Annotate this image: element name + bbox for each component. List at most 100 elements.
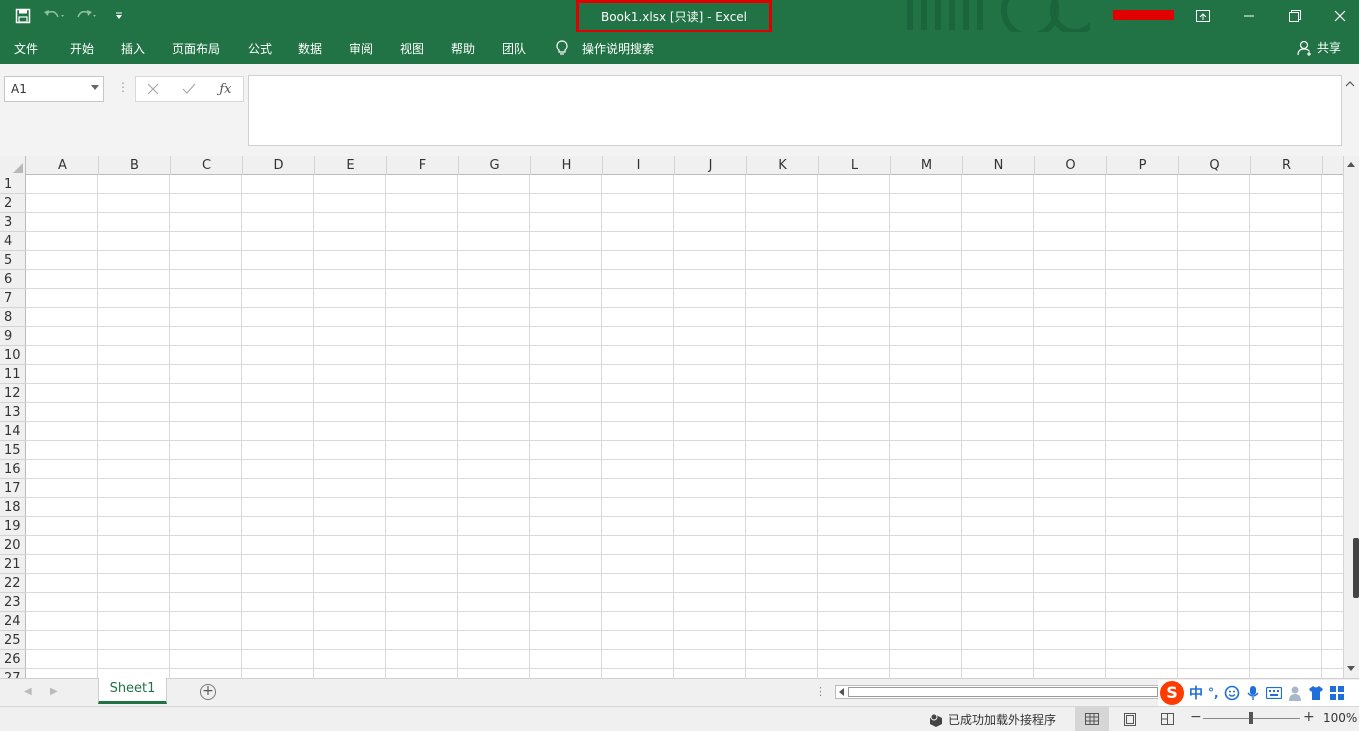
zoom-slider-thumb[interactable]	[1249, 712, 1253, 724]
formula-expand-scroll[interactable]	[1343, 75, 1357, 146]
column-header-o[interactable]: O	[1035, 156, 1107, 175]
minimize-button[interactable]	[1229, 3, 1269, 29]
row-header-2[interactable]: 2	[0, 194, 26, 213]
skin-shirt-icon[interactable]	[1308, 685, 1324, 701]
sheet-tab-sheet1[interactable]: Sheet1	[98, 678, 167, 704]
row-header-5[interactable]: 5	[0, 251, 26, 270]
restore-button[interactable]	[1275, 3, 1315, 29]
row-header-7[interactable]: 7	[0, 289, 26, 308]
ime-mode-toggle[interactable]: 中	[1189, 683, 1203, 703]
column-header-q[interactable]: Q	[1179, 156, 1251, 175]
scroll-up-arrow-icon[interactable]	[1347, 162, 1355, 167]
row-header-3[interactable]: 3	[0, 213, 26, 232]
row-header-6[interactable]: 6	[0, 270, 26, 289]
row-header-12[interactable]: 12	[0, 384, 26, 403]
column-header-p[interactable]: P	[1107, 156, 1179, 175]
sheet-next-icon[interactable]: ▶	[50, 686, 58, 697]
row-header-23[interactable]: 23	[0, 593, 26, 612]
select-all-button[interactable]	[0, 156, 26, 175]
tab-data[interactable]: 数据	[298, 40, 322, 57]
column-header-a[interactable]: A	[27, 156, 99, 175]
column-header-c[interactable]: C	[171, 156, 243, 175]
row-header-16[interactable]: 16	[0, 460, 26, 479]
column-header-m[interactable]: M	[891, 156, 963, 175]
tab-insert[interactable]: 插入	[121, 40, 145, 57]
row-header-19[interactable]: 19	[0, 517, 26, 536]
tab-home[interactable]: 开始	[70, 40, 94, 57]
row-header-17[interactable]: 17	[0, 479, 26, 498]
add-sheet-button[interactable]: +	[200, 684, 216, 700]
row-header-14[interactable]: 14	[0, 422, 26, 441]
save-button[interactable]	[10, 5, 36, 27]
horizontal-scroll-thumb[interactable]	[848, 687, 1158, 697]
tab-view[interactable]: 视图	[400, 40, 424, 57]
tab-review[interactable]: 审阅	[349, 40, 373, 57]
vertical-scrollbar[interactable]	[1343, 156, 1359, 678]
redo-button[interactable]	[74, 5, 100, 27]
insert-function-icon[interactable]: ƒx	[219, 82, 231, 97]
tab-page-layout[interactable]: 页面布局	[172, 40, 220, 57]
zoom-out-button[interactable]: −	[1190, 709, 1202, 725]
column-header-g[interactable]: G	[459, 156, 531, 175]
column-header-h[interactable]: H	[531, 156, 603, 175]
customize-qat-button[interactable]	[106, 5, 132, 27]
ribbon-display-options-button[interactable]	[1183, 3, 1223, 29]
row-header-13[interactable]: 13	[0, 403, 26, 422]
row-header-18[interactable]: 18	[0, 498, 26, 517]
column-header-n[interactable]: N	[963, 156, 1035, 175]
column-header-j[interactable]: J	[675, 156, 747, 175]
formula-input-box[interactable]	[248, 75, 1342, 146]
tab-split-handle-icon[interactable]: ⋮	[815, 685, 826, 698]
row-header-22[interactable]: 22	[0, 574, 26, 593]
normal-view-button[interactable]	[1075, 707, 1109, 731]
horizontal-scrollbar[interactable]	[835, 685, 1160, 699]
chevron-down-icon[interactable]	[91, 85, 99, 90]
tab-formulas[interactable]: 公式	[248, 40, 272, 57]
column-header-d[interactable]: D	[243, 156, 315, 175]
share-button[interactable]: 共享	[1297, 39, 1341, 56]
microphone-icon[interactable]	[1245, 685, 1261, 701]
page-layout-view-button[interactable]	[1115, 707, 1145, 731]
tab-help[interactable]: 帮助	[451, 40, 475, 57]
row-header-4[interactable]: 4	[0, 232, 26, 251]
vertical-scroll-thumb[interactable]	[1353, 538, 1359, 598]
row-header-8[interactable]: 8	[0, 308, 26, 327]
row-header-9[interactable]: 9	[0, 327, 26, 346]
row-header-21[interactable]: 21	[0, 555, 26, 574]
cell-area[interactable]	[26, 175, 1343, 678]
scroll-left-arrow-icon[interactable]	[839, 688, 844, 696]
formula-input[interactable]	[249, 76, 1341, 145]
toolbox-grid-icon[interactable]	[1329, 685, 1345, 701]
ime-punct-toggle[interactable]: °,	[1208, 686, 1219, 700]
column-header-i[interactable]: I	[603, 156, 675, 175]
row-header-20[interactable]: 20	[0, 536, 26, 555]
emoji-icon[interactable]	[1224, 685, 1240, 701]
cancel-icon[interactable]	[147, 83, 159, 95]
sheet-prev-icon[interactable]: ◀	[24, 686, 32, 697]
tell-me-search[interactable]: 操作说明搜索	[582, 40, 654, 57]
name-box[interactable]	[4, 76, 104, 102]
tab-team[interactable]: 团队	[502, 40, 526, 57]
row-header-27[interactable]: 27	[0, 669, 26, 678]
column-header-f[interactable]: F	[387, 156, 459, 175]
zoom-in-button[interactable]: +	[1303, 709, 1315, 725]
row-header-11[interactable]: 11	[0, 365, 26, 384]
column-header-l[interactable]: L	[819, 156, 891, 175]
name-box-input[interactable]	[5, 77, 89, 101]
scroll-down-arrow-icon[interactable]	[1347, 666, 1355, 671]
undo-button[interactable]	[42, 5, 68, 27]
row-header-15[interactable]: 15	[0, 441, 26, 460]
row-header-1[interactable]: 1	[0, 175, 26, 194]
row-header-25[interactable]: 25	[0, 631, 26, 650]
column-header-e[interactable]: E	[315, 156, 387, 175]
sogou-logo-icon[interactable]: S	[1160, 681, 1184, 705]
keyboard-icon[interactable]	[1265, 685, 1282, 701]
row-header-26[interactable]: 26	[0, 650, 26, 669]
tab-file[interactable]: 文件	[14, 40, 38, 57]
page-break-preview-button[interactable]	[1152, 707, 1182, 731]
column-header-b[interactable]: B	[99, 156, 171, 175]
row-header-24[interactable]: 24	[0, 612, 26, 631]
enter-check-icon[interactable]	[182, 83, 196, 95]
column-header-r[interactable]: R	[1251, 156, 1323, 175]
zoom-level[interactable]: 100%	[1323, 711, 1357, 725]
